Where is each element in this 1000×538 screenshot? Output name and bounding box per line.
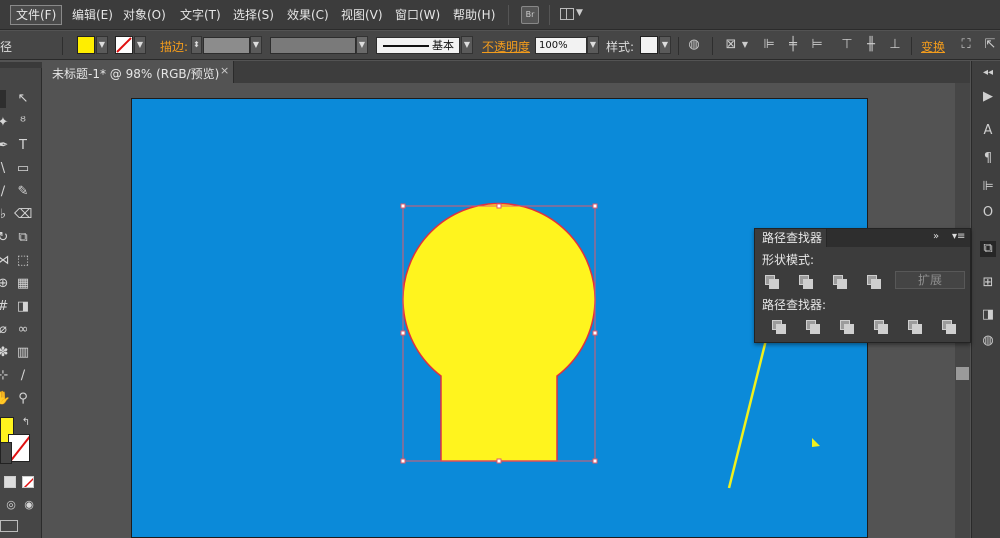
transform-panel-icon[interactable]: ⊞	[980, 275, 996, 291]
outline-icon[interactable]	[906, 319, 922, 334]
handle-top-center[interactable]	[496, 203, 502, 209]
handle-bottom-center[interactable]	[496, 458, 502, 464]
minus-front-icon[interactable]	[797, 274, 813, 289]
character-icon[interactable]: A	[980, 123, 996, 139]
handle-middle-left[interactable]	[400, 330, 406, 336]
paragraph-icon[interactable]: ¶	[980, 151, 996, 167]
opentype-icon[interactable]: O	[980, 205, 996, 221]
crop-icon[interactable]	[872, 319, 888, 334]
handle-middle-right[interactable]	[592, 330, 598, 336]
lightbulb-shape[interactable]	[402, 202, 596, 462]
merge-icon[interactable]	[838, 319, 854, 334]
pathfinder-panel-icon[interactable]: ⧉	[980, 241, 996, 257]
play-icon[interactable]: ▶	[980, 89, 996, 105]
pathfinder-header[interactable]: 路径查找器 » ▾≡	[755, 229, 970, 247]
scrollbar-thumb[interactable]	[956, 367, 969, 380]
exclude-icon[interactable]	[865, 274, 881, 289]
panel-menu-icon[interactable]: ▾≡	[952, 231, 965, 242]
right-panel-dock: ◂◂ ▶ A ¶ ⊫ O ⧉ ⊞ ◨ ◍	[971, 61, 1000, 538]
handle-bottom-left[interactable]	[400, 458, 406, 464]
expand-button[interactable]: 扩展	[895, 271, 965, 289]
pathfinder-tab[interactable]: 路径查找器	[755, 229, 827, 247]
intersect-icon[interactable]	[831, 274, 847, 289]
pathfinders-label: 路径查找器:	[762, 298, 827, 312]
minus-back-icon[interactable]	[940, 319, 956, 334]
handle-bottom-right[interactable]	[592, 458, 598, 464]
shape-modes-label: 形状模式:	[762, 253, 815, 267]
collapse-icon[interactable]: »	[933, 231, 939, 242]
gradient-panel-icon[interactable]: ◨	[980, 307, 996, 323]
divide-icon[interactable]	[770, 319, 786, 334]
trim-icon[interactable]	[804, 319, 820, 334]
handle-top-right[interactable]	[592, 203, 598, 209]
align-panel-icon[interactable]: ⊫	[980, 179, 996, 195]
cursor-marker	[812, 438, 820, 447]
expand-dock-icon[interactable]: ◂◂	[980, 65, 996, 81]
handle-top-left[interactable]	[400, 203, 406, 209]
unite-icon[interactable]	[763, 274, 779, 289]
pathfinder-panel: 路径查找器 » ▾≡ 形状模式: 扩展 路径查找器:	[754, 228, 971, 343]
appearance-panel-icon[interactable]: ◍	[980, 333, 996, 349]
